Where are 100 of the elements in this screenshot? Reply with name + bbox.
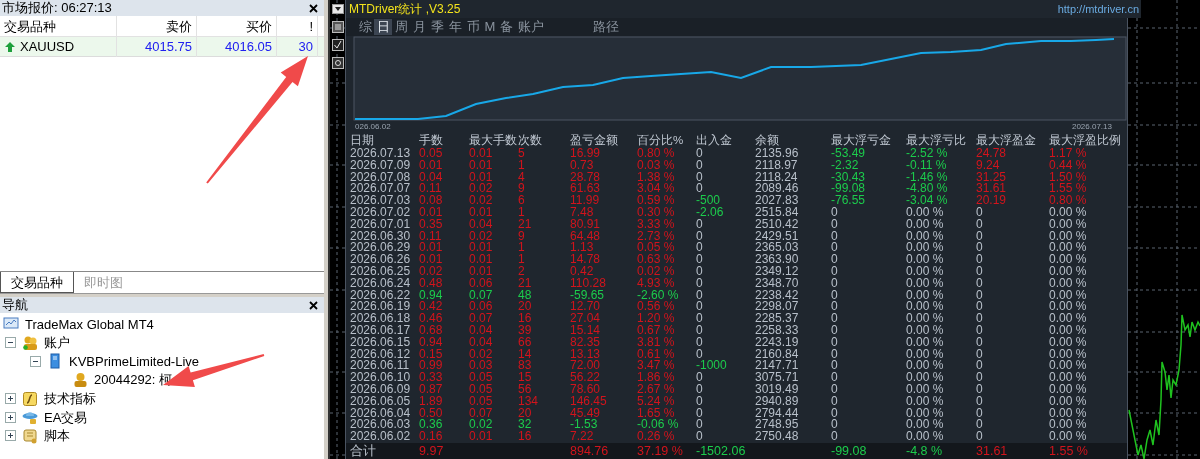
table-cell-text: 2365.03 xyxy=(755,242,800,255)
close-icon[interactable] xyxy=(309,3,318,13)
table-cell-text: 0.00 % xyxy=(1049,230,1088,243)
square-icon[interactable] xyxy=(331,57,344,69)
tab[interactable]: 路径 xyxy=(590,19,622,35)
collapse-icon[interactable] xyxy=(5,337,16,349)
table-cell-text: 0.36 xyxy=(419,419,444,432)
tab[interactable]: M xyxy=(482,19,498,35)
bid-price: 4015.75 xyxy=(117,37,197,57)
table-cell-text: 0.00 % xyxy=(906,230,945,243)
tab[interactable]: 日 xyxy=(374,19,392,35)
table-cell-text: 0.94 xyxy=(419,336,444,349)
column-header[interactable]: 最大浮盈比例 xyxy=(1049,132,1129,148)
table-cell-text: 32 xyxy=(518,419,533,432)
column-header[interactable]: 出入金 xyxy=(696,132,755,148)
dropdown-icon[interactable] xyxy=(331,3,344,15)
table-cell-text: 5.24 % xyxy=(637,395,676,408)
table-cell-text: 2027.83 xyxy=(755,195,800,207)
table-cell-text: 0 xyxy=(831,431,839,443)
table-cell-text: 1 xyxy=(518,242,526,255)
table-cell-text: 0.01 xyxy=(469,265,494,278)
tab[interactable]: 季 xyxy=(428,19,446,35)
table-cell-text: 0.68 xyxy=(419,324,444,337)
tab[interactable]: 周 xyxy=(392,19,410,35)
table-cell-text: 0.56 % xyxy=(637,301,676,314)
table-cell-text: 0 xyxy=(976,383,984,396)
tree-item[interactable]: 账户 xyxy=(44,333,70,353)
tab[interactable]: 备 xyxy=(497,19,516,35)
expand-icon[interactable] xyxy=(5,430,16,442)
tree-item[interactable]: 脚本 xyxy=(44,426,70,446)
table-cell-text: 2298.07 xyxy=(755,301,800,314)
grid-icon[interactable] xyxy=(331,21,344,33)
table-cell-text: 0.46 xyxy=(419,313,444,325)
table-cell-text: 2026.06.25 xyxy=(350,265,412,278)
table-cell-text: 0.05 xyxy=(469,395,494,408)
table-cell-text: 0 xyxy=(976,348,984,361)
table-cell-text: -0.06 % xyxy=(637,419,680,432)
tab[interactable]: 账户 xyxy=(515,19,547,35)
column-header[interactable]: 日期 xyxy=(350,132,419,148)
column-header[interactable]: 最大浮盈金 xyxy=(976,132,1049,148)
column-header[interactable]: 最大手数 xyxy=(469,132,518,148)
table-cell-text: 0.00 % xyxy=(1049,372,1088,384)
tree-item[interactable]: TradeMax Global MT4 xyxy=(25,314,154,335)
table-cell-text: 0 xyxy=(976,407,984,420)
table-cell-text: 0 xyxy=(976,289,984,302)
table-cell-text: 0 xyxy=(696,348,703,361)
table-cell-text: 0.05 xyxy=(469,383,494,396)
table-cell-text: 7.22 xyxy=(570,431,595,443)
table-cell-text: 0.00 % xyxy=(906,395,945,408)
table-cell-text: 2026.06.18 xyxy=(350,313,412,325)
website-link[interactable]: http://mtdriver.cn xyxy=(1057,0,1139,18)
table-cell-text: 0 xyxy=(976,207,984,219)
table-cell-text: 1.38 % xyxy=(637,171,676,184)
tick-icon[interactable] xyxy=(331,39,344,51)
tree-item[interactable]: EA交易 xyxy=(44,407,88,427)
table-cell-text: 2238.42 xyxy=(755,289,800,302)
tab[interactable]: 综 xyxy=(356,19,374,35)
table-cell-text: 0.61 % xyxy=(637,348,676,361)
total-cell-text: 894.76 xyxy=(570,442,610,459)
table-cell-text: 2243.19 xyxy=(755,336,800,349)
table-cell-text: 1.55 % xyxy=(1049,183,1088,196)
table-cell-text: 0 xyxy=(976,218,984,231)
table-cell-text: 0.00 % xyxy=(1049,301,1088,314)
tab[interactable]: 币 xyxy=(464,19,482,35)
tab[interactable]: 年 xyxy=(446,19,464,35)
table-cell-text: 2026.07.09 xyxy=(350,159,412,172)
tree-item[interactable]: KVBPrimeLimited-Live xyxy=(69,351,200,372)
table-cell-text: 0 xyxy=(976,301,984,314)
column-header[interactable]: 盈亏金额 xyxy=(570,132,637,148)
column-header[interactable]: 余额 xyxy=(755,132,831,148)
column-header[interactable]: 次数 xyxy=(518,132,570,148)
expand-icon[interactable] xyxy=(5,411,16,423)
table-cell-text: -0.11 % xyxy=(906,159,948,172)
column-header[interactable]: 百分比% xyxy=(637,132,696,148)
table-cell-text: 0 xyxy=(696,265,704,278)
panel-title: 导航 xyxy=(2,297,28,313)
table-cell-text: 0.00 % xyxy=(906,324,945,337)
table-cell-text: 0.01 xyxy=(469,254,494,266)
table-cell-text: 0.00 % xyxy=(1049,265,1088,278)
table-cell-text: 0.00 % xyxy=(906,301,945,314)
table-cell-text: 1.65 % xyxy=(637,407,675,420)
users-icon xyxy=(22,334,39,351)
close-icon[interactable] xyxy=(309,300,318,310)
table-cell-text: 0.06 xyxy=(469,301,494,314)
tree-item[interactable]: 技术指标 xyxy=(44,388,96,409)
table-cell-text: 61.63 xyxy=(570,183,602,196)
collapse-icon[interactable] xyxy=(30,356,41,367)
tab[interactable]: 交易品种 xyxy=(0,272,74,293)
table-cell-text: 1 xyxy=(518,254,526,266)
column-header[interactable]: 最大浮亏比 xyxy=(906,132,976,148)
table-cell-text: 0 xyxy=(976,265,984,278)
total-cell-text: 合计 xyxy=(350,442,377,459)
table-cell-text: 0.04 xyxy=(469,218,494,231)
hat-icon xyxy=(22,409,39,426)
expand-icon[interactable] xyxy=(5,393,16,405)
tab[interactable]: 月 xyxy=(410,19,428,35)
column-header[interactable]: 最大浮亏金 xyxy=(831,132,906,148)
table-cell-text: 45.49 xyxy=(570,407,602,420)
table-cell-text: 2.73 % xyxy=(637,230,676,243)
column-header[interactable]: 手数 xyxy=(419,132,469,148)
